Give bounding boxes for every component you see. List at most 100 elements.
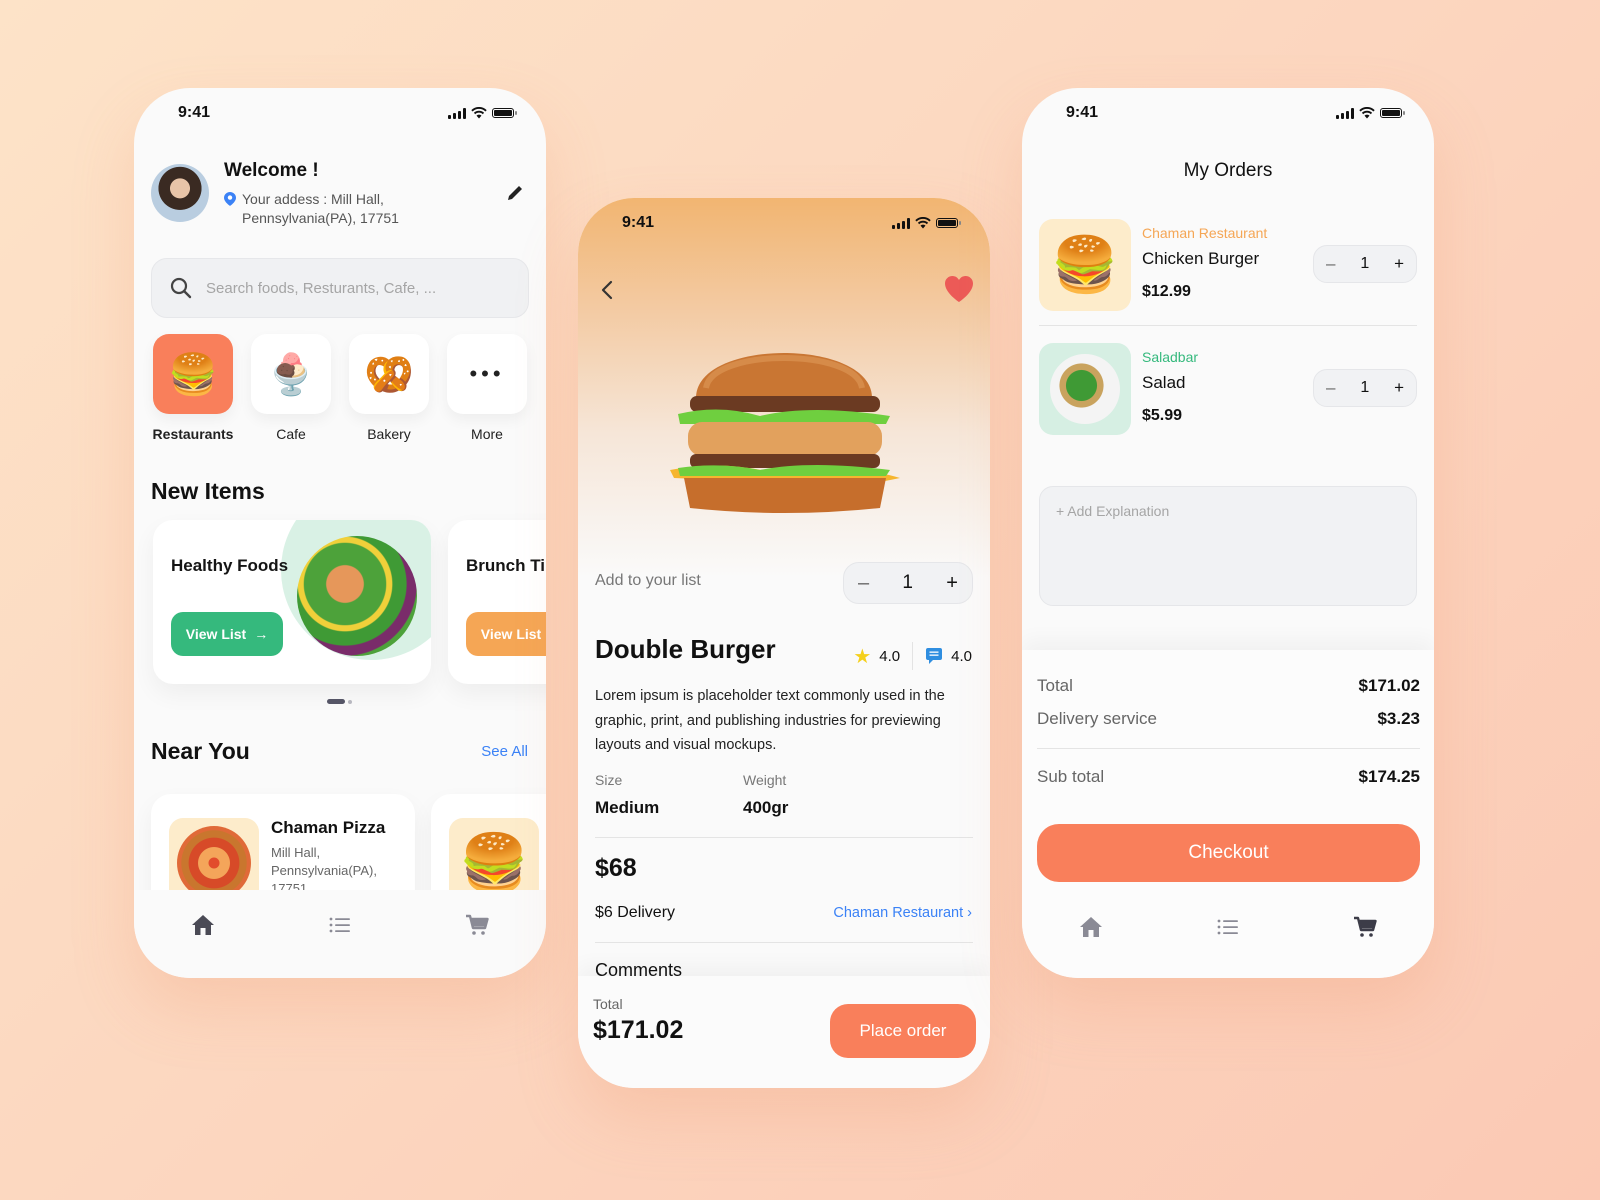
- star-icon: ★: [853, 645, 872, 668]
- carousel-dot-active[interactable]: [327, 699, 345, 704]
- signal-icon: [1336, 107, 1354, 119]
- heart-icon[interactable]: [944, 275, 974, 303]
- status-bar: 9:41: [134, 88, 546, 138]
- tab-cart[interactable]: [462, 912, 492, 938]
- wifi-icon: [471, 107, 487, 119]
- explanation-box[interactable]: [1039, 486, 1417, 606]
- battery-icon: [1380, 108, 1405, 118]
- wifi-icon: [915, 217, 931, 229]
- avatar[interactable]: [151, 164, 209, 222]
- category-restaurants[interactable]: 🍔 Restaurants: [153, 334, 233, 442]
- bottom-tab-bar: [1022, 902, 1434, 978]
- add-to-list-label: Add to your list: [595, 572, 701, 589]
- cart-icon: [1354, 916, 1378, 937]
- product-price: $68: [595, 854, 637, 882]
- burger-icon: 🍔: [153, 334, 233, 414]
- location-pin-icon: [224, 192, 236, 206]
- home-icon: [191, 915, 214, 935]
- order-price: $5.99: [1142, 407, 1183, 424]
- category-cafe[interactable]: 🍨 Cafe: [251, 334, 331, 442]
- divider: [595, 942, 973, 943]
- near-you-title: Near You: [151, 738, 250, 764]
- product-meta: ★ 4.0 4.0: [853, 642, 972, 670]
- view-list-button[interactable]: View List →: [466, 612, 546, 656]
- tab-list[interactable]: [325, 912, 355, 938]
- summary-label: Sub total: [1037, 767, 1105, 786]
- promo-card-brunch[interactable]: Brunch Time View List →: [448, 520, 546, 684]
- summary-label: Total: [1037, 676, 1073, 695]
- delivery-fee: $6 Delivery: [595, 904, 676, 921]
- status-icons: [1336, 107, 1405, 119]
- total-label: Total: [593, 996, 623, 1012]
- divider: [1039, 325, 1417, 326]
- status-icons: [448, 107, 517, 119]
- product-description: Lorem ipsum is placeholder text commonly…: [595, 688, 945, 753]
- see-all-link[interactable]: See All: [481, 743, 528, 760]
- summary-delivery-row: Delivery service $3.23: [1037, 709, 1420, 729]
- divider: [1037, 748, 1420, 749]
- chicken-burger-image: 🍔: [1039, 219, 1131, 311]
- tab-home[interactable]: [1076, 914, 1106, 940]
- increase-button[interactable]: +: [1394, 378, 1404, 398]
- promo-title: Healthy Foods: [171, 556, 289, 575]
- back-chevron-icon[interactable]: [596, 278, 620, 302]
- restaurant-link[interactable]: Chaman Restaurant ›: [833, 905, 972, 921]
- explanation-input[interactable]: [1056, 503, 1400, 589]
- order-item: Saladbar Salad $5.99 – 1 +: [1039, 343, 1417, 435]
- promo-title: Brunch Time: [466, 556, 546, 575]
- place-order-button[interactable]: Place order: [830, 1004, 976, 1058]
- home-icon: [1079, 917, 1102, 937]
- order-name: Salad: [1142, 373, 1186, 392]
- new-items-title: New Items: [151, 478, 265, 504]
- carousel-dot[interactable]: [348, 699, 352, 704]
- status-time: 9:41: [622, 214, 655, 231]
- category-label: More: [471, 426, 503, 442]
- weight-value: 400gr: [743, 798, 789, 817]
- category-bakery[interactable]: 🥨 Bakery: [349, 334, 429, 442]
- list-icon: [1217, 919, 1238, 935]
- welcome-heading: Welcome !: [224, 160, 319, 181]
- product-title: Double Burger: [595, 634, 776, 664]
- order-summary: Total $171.02 Delivery service $3.23 Sub…: [1022, 650, 1434, 978]
- search-input[interactable]: [206, 279, 506, 297]
- size-value: Medium: [595, 798, 660, 817]
- product-detail-screen: 9:41 Add to your list – 1 + Double Burge…: [578, 198, 990, 1088]
- salad-bowl-image: [297, 536, 417, 656]
- ice-cream-icon: 🍨: [251, 334, 331, 414]
- category-label: Bakery: [367, 426, 411, 442]
- quantity-stepper: – 1 +: [1313, 369, 1417, 407]
- bottom-tab-bar: [134, 890, 546, 978]
- view-list-label: View List: [185, 626, 247, 642]
- quantity-stepper: – 1 +: [843, 562, 973, 604]
- decrease-button[interactable]: –: [858, 572, 869, 595]
- divider: [595, 837, 973, 838]
- comments-count: 4.0: [951, 647, 972, 665]
- category-label: Restaurants: [152, 426, 234, 442]
- wifi-icon: [1359, 107, 1375, 119]
- comment-icon[interactable]: [925, 647, 943, 665]
- checkout-button[interactable]: Checkout: [1037, 824, 1420, 882]
- address-text: Your addess : Mill Hall, Pennsylvania(PA…: [242, 191, 399, 226]
- search-bar[interactable]: [151, 258, 529, 318]
- pizza-image: [177, 826, 251, 900]
- view-list-label: View List: [480, 626, 542, 642]
- category-more[interactable]: ••• More: [447, 334, 527, 442]
- status-time: 9:41: [178, 104, 211, 121]
- view-list-button[interactable]: View List →: [171, 612, 283, 656]
- tab-list[interactable]: [1213, 914, 1243, 940]
- double-burger-image: [670, 353, 900, 513]
- list-icon: [329, 917, 350, 933]
- increase-button[interactable]: +: [1394, 254, 1404, 274]
- increase-button[interactable]: +: [946, 572, 958, 595]
- tab-home[interactable]: [188, 912, 218, 938]
- decrease-button[interactable]: –: [1326, 254, 1335, 274]
- tab-cart[interactable]: [1350, 914, 1380, 940]
- decrease-button[interactable]: –: [1326, 378, 1335, 398]
- edit-pencil-icon[interactable]: [504, 182, 526, 204]
- search-icon: [170, 277, 192, 299]
- battery-icon: [936, 218, 961, 228]
- order-footer: Total $171.02 Place order: [578, 976, 990, 1088]
- restaurant-name: Chaman Pizza: [271, 818, 386, 837]
- signal-icon: [892, 217, 910, 229]
- promo-card-healthy[interactable]: Healthy Foods View List →: [153, 520, 431, 684]
